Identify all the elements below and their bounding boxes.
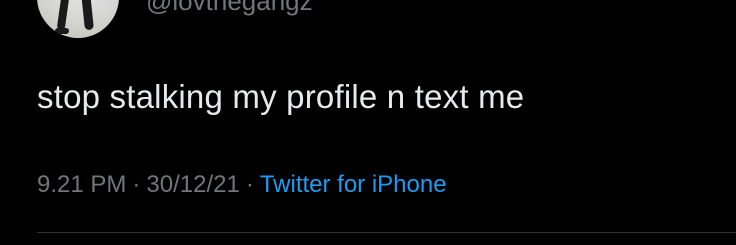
- tweet-time[interactable]: 9.21 PM: [37, 171, 126, 198]
- avatar[interactable]: [37, 0, 119, 38]
- user-handle[interactable]: @lovthegangz: [146, 0, 313, 17]
- tweet-meta: 9.21 PM · 30/12/21 · Twitter for iPhone: [37, 171, 447, 199]
- meta-separator: ·: [132, 171, 141, 198]
- avatar-figure-leg: [81, 0, 94, 31]
- divider: [37, 232, 736, 233]
- tweet-date[interactable]: 30/12/21: [146, 171, 239, 198]
- avatar-figure-foot: [55, 28, 69, 34]
- tweet-card: @lovthegangz stop stalking my profile n …: [0, 0, 736, 245]
- tweet-text: stop stalking my profile n text me: [37, 78, 525, 115]
- meta-separator: ·: [245, 171, 254, 198]
- avatar-figure-leg: [56, 0, 70, 31]
- tweet-source-link[interactable]: Twitter for iPhone: [260, 171, 447, 198]
